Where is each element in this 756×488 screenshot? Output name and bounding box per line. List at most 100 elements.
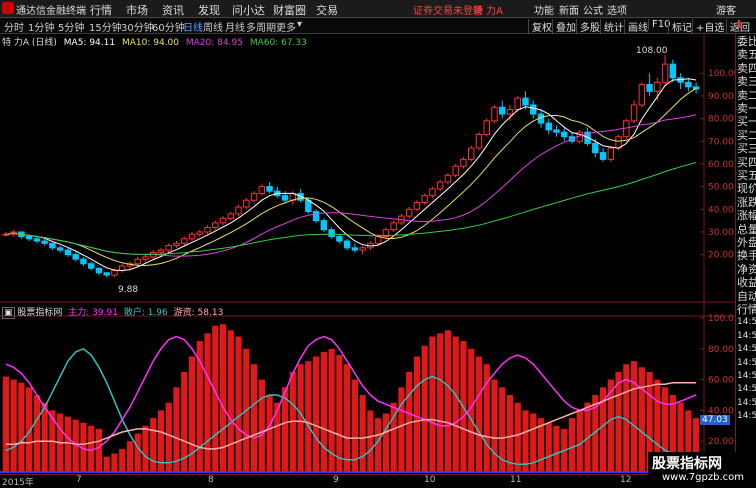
panel-item[interactable]: 总量 [737, 223, 756, 236]
panel-item[interactable]: 现价 [737, 182, 756, 195]
indicator-value-marker: 47.03 [700, 415, 730, 425]
ma20-label: MA20: 84.95 [185, 38, 243, 48]
panel-item[interactable]: 卖二 [737, 89, 756, 102]
indicator-bar [475, 356, 483, 472]
candle-body [336, 236, 343, 242]
panel-item[interactable]: 卖三 [737, 75, 756, 88]
candle-body [506, 109, 514, 115]
panel-item[interactable]: 净资 [737, 263, 756, 276]
candle-body [258, 186, 266, 194]
candle-body [64, 249, 72, 256]
candle-body [638, 84, 646, 106]
chart-canvas[interactable]: 100.0090.0080.0070.0060.0050.0040.0030.0… [0, 0, 756, 487]
candle-body [514, 97, 521, 110]
panel-item[interactable]: 自动 [737, 290, 756, 303]
indicator-bar [227, 330, 234, 472]
indicator-bar [33, 395, 41, 472]
indicator-bar [336, 354, 343, 472]
indicator-tick-label: 20.00 [708, 437, 734, 447]
panel-item[interactable]: 卖五 [737, 48, 756, 61]
indicator-selector[interactable]: ▣ [2, 307, 15, 319]
indicator-bar [576, 410, 583, 472]
panel-item[interactable]: 涨跌 [737, 196, 756, 209]
candle-body [460, 158, 467, 167]
candle-body [41, 240, 48, 244]
panel-item[interactable]: 行情 [737, 303, 756, 316]
watermark-url: www.7gpzb.com [662, 472, 744, 483]
panel-item[interactable]: 换手 [737, 249, 756, 262]
panel-item[interactable]: 14:50 [737, 330, 756, 343]
candle-body [475, 133, 483, 149]
indicator-bar [506, 395, 514, 472]
candle-body [599, 152, 607, 160]
panel-item[interactable]: 买三 [737, 142, 756, 155]
right-quote-panel: L 委比 卖五 卖四 卖三 卖二 卖一 买一 买二 买三 买四 买五 现价 涨跌 涨幅 总量 外盘 换手 净资 收益… [735, 18, 756, 462]
candle-body [499, 106, 506, 115]
panel-item[interactable]: 卖一 [737, 102, 756, 115]
candle-body [134, 258, 141, 265]
indicator-bar [638, 367, 645, 472]
panel-item[interactable]: 买五 [737, 169, 756, 182]
panel-item[interactable]: 14:50 [737, 410, 756, 423]
main-chart-legend: 特 力A (日线) MA5: 94.11 MA10: 94.00 MA20: 8… [2, 35, 307, 48]
candle-body [72, 254, 79, 260]
indicator-bar [18, 382, 25, 472]
indicator-tick-label: 80.00 [708, 345, 734, 355]
panel-item[interactable]: 买二 [737, 129, 756, 142]
panel-item[interactable]: 14:50 [737, 357, 756, 370]
indicator-bar [64, 416, 72, 472]
price-tick-label: 60.00 [708, 160, 734, 170]
candle-body [522, 97, 529, 106]
indicator-bar [219, 324, 227, 472]
indicator-bar [305, 361, 312, 472]
hot-money-label: 游资: 58.13 [173, 308, 224, 318]
indicator-legend: ▣ 股票指标网 主力: 39.91 散户: 1.96 游资: 58.13 [2, 305, 224, 319]
candle-body [685, 81, 692, 88]
candle-body [421, 195, 428, 203]
candle-body [630, 104, 638, 122]
indicator-bar [344, 364, 351, 472]
panel-item[interactable]: 14:50 [737, 316, 756, 329]
candle-body [343, 240, 351, 249]
indicator-bar [235, 336, 242, 472]
indicator-bar [514, 402, 521, 472]
indicator-bar [367, 410, 374, 472]
candle-body [266, 186, 273, 192]
indicator-bar [452, 336, 459, 472]
candle-body [561, 131, 568, 138]
candle-body [250, 192, 258, 201]
retail-label: 散户: 1.96 [123, 308, 168, 318]
panel-item[interactable]: 14:50 [737, 383, 756, 396]
indicator-bar [150, 418, 157, 472]
panel-item[interactable]: 买一 [737, 115, 756, 128]
x-label-aug: 8 [208, 475, 214, 485]
candle-body [219, 217, 227, 224]
candle-body [405, 208, 413, 217]
panel-item[interactable]: 买四 [737, 156, 756, 169]
candle-body [491, 106, 498, 122]
x-label-dec: 12 [620, 475, 632, 485]
candle-body [33, 238, 41, 242]
indicator-bar [421, 345, 428, 472]
panel-item[interactable]: 收益 [737, 276, 756, 289]
candle-body [452, 165, 459, 176]
panel-item[interactable]: 委比 [737, 35, 756, 48]
panel-item[interactable]: 外盘 [737, 236, 756, 249]
panel-item[interactable]: 涨幅 [737, 209, 756, 222]
indicator-title[interactable]: 股票指标网 [17, 308, 62, 318]
candle-body [553, 129, 560, 133]
panel-item[interactable]: 14:50 [737, 343, 756, 356]
candle-body [374, 236, 382, 244]
price-tick-label: 70.00 [708, 137, 734, 147]
ma5-line [5, 78, 697, 272]
panel-item[interactable]: 14:50 [737, 370, 756, 383]
indicator-bar [320, 351, 327, 472]
panel-item[interactable]: 14:50 [737, 397, 756, 410]
indicator-bar [266, 395, 273, 472]
candle-body [188, 233, 196, 240]
panel-item[interactable]: 卖四 [737, 62, 756, 75]
candle-body [196, 231, 203, 235]
x-label-jul: 7 [76, 475, 82, 485]
candle-body [646, 84, 653, 92]
panel-header-icon[interactable]: L [737, 18, 744, 31]
